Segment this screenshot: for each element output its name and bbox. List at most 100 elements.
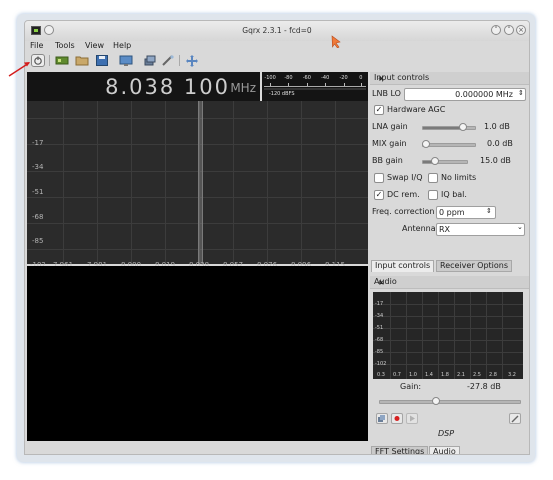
meter-scale-label: -100 (264, 75, 276, 81)
open-icon[interactable] (75, 54, 89, 67)
meter-reading: -120 dBFS (269, 91, 295, 97)
save-icon[interactable] (95, 54, 109, 67)
tab-label: FFT Settings (375, 447, 425, 455)
menu-help[interactable]: Help (113, 41, 131, 50)
iq-balance-checkbox[interactable] (428, 190, 438, 200)
remote-icon[interactable] (185, 54, 199, 67)
lna-gain-slider[interactable] (422, 123, 476, 131)
y-axis-label: -34 (32, 163, 44, 171)
no-limits-label: No limits (441, 173, 477, 182)
audio-x-label: 0.7 (393, 372, 401, 378)
tab-input-controls[interactable]: Input controls (371, 260, 435, 272)
meter-tick (343, 83, 345, 86)
grid-line (63, 101, 64, 264)
tab-receiver-options[interactable]: Receiver Options (436, 260, 513, 272)
frequency-unit: MHz (230, 81, 256, 95)
audio-spectrum-plot[interactable]: -17 -34 -51 -68 -85 -102 0.3 0.7 1.0 1.4… (373, 292, 523, 379)
minimize-button[interactable]: ˅ (491, 25, 501, 35)
spin-arrows-icon[interactable]: ⇕ (486, 207, 492, 215)
play-icon (410, 415, 415, 422)
meter-scale-label: -80 (284, 75, 293, 81)
tab-label: Audio (433, 447, 456, 455)
audio-stream-button[interactable] (376, 413, 388, 424)
slider-knob[interactable] (432, 397, 440, 405)
audio-x-label: 0.3 (377, 372, 385, 378)
close-icon[interactable]: × (378, 278, 385, 287)
signal-meter: -100 -80 -60 -40 -20 0 -120 dBFS (262, 72, 368, 101)
hardware-agc-checkbox[interactable]: ✓ (374, 105, 384, 115)
grid-line (373, 352, 523, 353)
audio-x-label: 3.2 (508, 372, 516, 378)
record-icon (394, 416, 400, 421)
toolbar-separator (49, 55, 50, 66)
no-limits-checkbox[interactable] (428, 173, 438, 183)
spin-arrows-icon[interactable]: ⇕ (518, 89, 524, 97)
tab-fft-settings[interactable]: FFT Settings (371, 446, 429, 455)
stack-icon[interactable] (143, 54, 157, 67)
stack-icon (378, 415, 385, 422)
y-axis-label: -68 (32, 213, 44, 221)
menu-tools[interactable]: Tools (55, 41, 75, 50)
audio-title-bar[interactable]: Audio ⋄ × (370, 276, 529, 289)
meter-scale-label: -20 (339, 75, 348, 81)
tab-audio[interactable]: Audio (429, 446, 460, 455)
audio-options-button[interactable] (509, 413, 521, 424)
meter-scale: -100 -80 -60 -40 -20 0 (264, 74, 366, 87)
grid-line (406, 292, 407, 379)
close-icon[interactable]: × (378, 74, 385, 83)
meter-scale-label: 0 (359, 75, 363, 81)
dock-buttons: ⋄ × (374, 277, 525, 287)
power-icon[interactable] (31, 54, 45, 67)
frequency-marker[interactable] (198, 101, 203, 264)
swap-iq-label: Swap I/Q (387, 173, 423, 182)
meter-scale-label: -40 (321, 75, 330, 81)
bb-gain-slider[interactable] (422, 157, 468, 165)
grid-line (267, 101, 268, 264)
audio-x-label: 1.0 (409, 372, 417, 378)
title-bar[interactable]: Gqrx 2.3.1 - fcd=0 ˅ ˄ × (25, 21, 529, 41)
dc-removal-checkbox[interactable]: ✓ (374, 190, 384, 200)
lnb-lo-field[interactable]: 0.000000 MHz (404, 88, 526, 101)
slider-knob[interactable] (422, 140, 430, 148)
window-title: Gqrx 2.3.1 - fcd=0 (242, 26, 312, 35)
meter-tick (325, 83, 327, 86)
grid-line (373, 340, 523, 341)
freq-correction-value: 0 ppm (439, 208, 465, 217)
close-button[interactable]: × (516, 25, 526, 35)
menu-file[interactable]: File (30, 41, 43, 50)
mix-gain-label: MIX gain (372, 139, 407, 148)
hardware-icon[interactable] (55, 54, 69, 67)
toolbar (25, 53, 529, 69)
grid-line (470, 292, 471, 379)
frequency-digits[interactable]: 8.038 100 (105, 75, 230, 99)
swap-iq-checkbox[interactable] (374, 173, 384, 183)
lna-gain-value: 1.0 dB (484, 122, 510, 131)
iq-balance-label: IQ bal. (441, 190, 467, 199)
y-axis-label: -17 (32, 139, 44, 147)
tools-icon (511, 415, 519, 423)
grid-line (373, 364, 523, 365)
chevron-down-icon[interactable]: ⌄ (517, 223, 523, 231)
spectrum-plot[interactable]: -17 -34 -51 -68 -85 (27, 101, 368, 264)
antenna-select[interactable]: RX (436, 223, 525, 236)
audio-gain-slider[interactable] (379, 397, 521, 405)
grid-line (301, 101, 302, 264)
maximize-button[interactable]: ˄ (504, 25, 514, 35)
tools-icon[interactable] (161, 54, 175, 67)
menu-view[interactable]: View (85, 41, 104, 50)
audio-x-label: 1.8 (441, 372, 449, 378)
slider-knob[interactable] (459, 123, 467, 131)
frequency-display[interactable]: 8.038 100 MHz (27, 72, 260, 101)
mix-gain-slider[interactable] (422, 140, 476, 148)
slider-knob[interactable] (431, 157, 439, 165)
mix-gain-value: 0.0 dB (487, 139, 513, 148)
screen-icon[interactable] (119, 54, 133, 67)
slider-fill (423, 127, 463, 129)
waterfall-display[interactable] (27, 266, 368, 441)
meter-level-bar (264, 88, 366, 90)
grid-line (97, 101, 98, 264)
record-button[interactable] (391, 413, 403, 424)
input-controls-title-bar[interactable]: Input controls ⋄ × (370, 72, 529, 85)
play-button[interactable] (406, 413, 418, 424)
grid-line (422, 292, 423, 379)
